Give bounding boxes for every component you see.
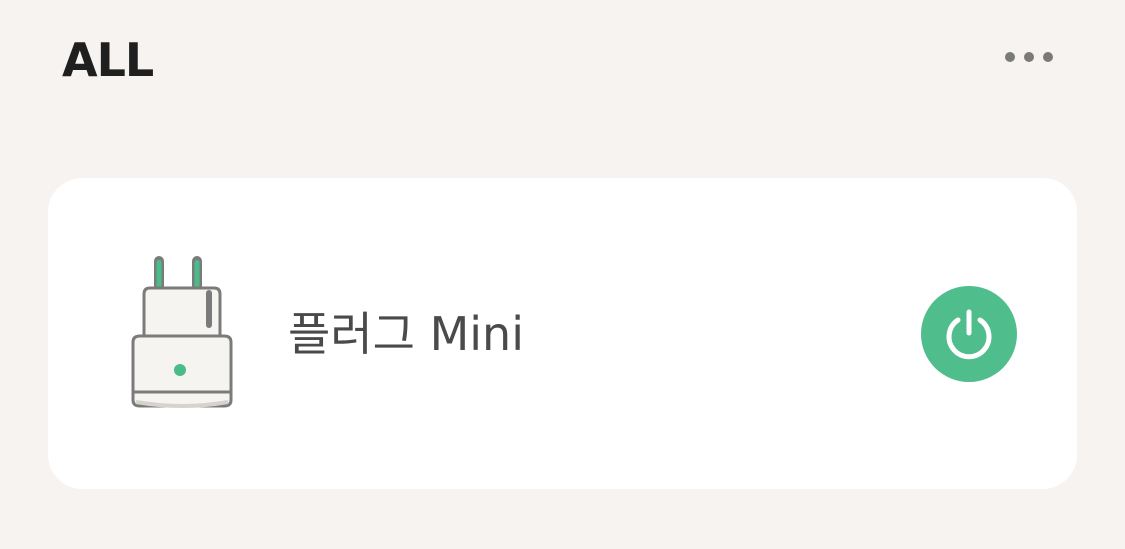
more-dot [1043, 52, 1053, 62]
power-toggle-button[interactable] [921, 286, 1017, 382]
more-dot [1005, 52, 1015, 62]
more-options-button[interactable] [996, 40, 1062, 74]
more-dot [1024, 52, 1034, 62]
smart-plug-icon [131, 256, 233, 408]
power-icon [946, 309, 992, 360]
device-name: 플러그 Mini [288, 307, 524, 361]
device-card[interactable]: 플러그 Mini [48, 178, 1077, 489]
page-title: ALL [62, 33, 154, 87]
